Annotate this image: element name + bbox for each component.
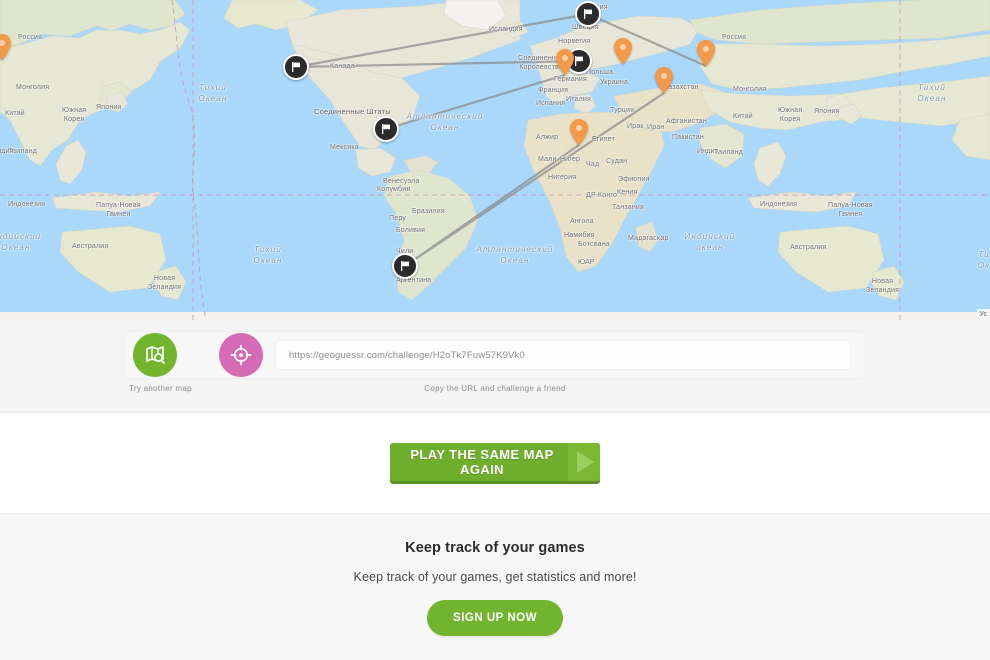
sign-up-now-button[interactable]: SIGN UP NOW bbox=[427, 600, 563, 636]
challenge-target-button[interactable] bbox=[219, 333, 263, 377]
play-same-map-again-button[interactable]: PLAY THE SAME MAP AGAIN bbox=[390, 443, 600, 481]
challenge-captions: Try another map Copy the URL and challen… bbox=[125, 384, 865, 398]
map-terms-attribution[interactable]: Ус bbox=[976, 309, 990, 320]
round-location-flag-marker[interactable] bbox=[575, 1, 601, 27]
keep-track-subtitle: Keep track of your games, get statistics… bbox=[353, 570, 637, 584]
flag-icon bbox=[292, 62, 300, 72]
flag-icon bbox=[382, 124, 390, 134]
map-landmasses bbox=[0, 0, 990, 320]
guess-pin-marker[interactable] bbox=[614, 38, 632, 64]
round-location-flag-marker[interactable] bbox=[392, 253, 418, 279]
round-location-flag-marker[interactable] bbox=[283, 54, 309, 80]
keep-track-section: Keep track of your games Keep track of y… bbox=[0, 514, 990, 660]
flag-icon bbox=[401, 261, 409, 271]
guess-pin-marker[interactable] bbox=[655, 67, 673, 93]
crosshair-icon bbox=[230, 344, 252, 366]
play-again-section: PLAY THE SAME MAP AGAIN bbox=[0, 413, 990, 514]
guess-pin-marker[interactable] bbox=[556, 49, 574, 75]
try-another-map-label: Try another map bbox=[129, 384, 192, 393]
map-search-icon bbox=[146, 346, 165, 364]
copy-url-hint-label: Copy the URL and challenge a friend bbox=[424, 384, 566, 393]
flag-icon bbox=[575, 56, 583, 66]
challenge-share-section: https://geoguessr.com/challenge/H2oTk7Fu… bbox=[0, 320, 990, 413]
play-arrow-icon bbox=[576, 451, 594, 473]
results-world-map[interactable]: Тихий Океан Тихий Океан Атлантический Океан… bbox=[0, 0, 990, 320]
guess-pin-marker[interactable] bbox=[0, 34, 11, 60]
round-location-flag-marker[interactable] bbox=[373, 116, 399, 142]
guess-pin-marker[interactable] bbox=[697, 40, 715, 66]
play-arrow-zone bbox=[568, 443, 600, 481]
flag-icon bbox=[584, 9, 592, 19]
challenge-url-text: https://geoguessr.com/challenge/H2oTk7Fu… bbox=[289, 349, 525, 361]
try-another-map-button[interactable] bbox=[133, 333, 177, 377]
keep-track-title: Keep track of your games bbox=[405, 540, 585, 556]
challenge-card: https://geoguessr.com/challenge/H2oTk7Fu… bbox=[125, 332, 865, 378]
guess-pin-marker[interactable] bbox=[570, 119, 588, 145]
challenge-url-field[interactable]: https://geoguessr.com/challenge/H2oTk7Fu… bbox=[275, 340, 851, 370]
